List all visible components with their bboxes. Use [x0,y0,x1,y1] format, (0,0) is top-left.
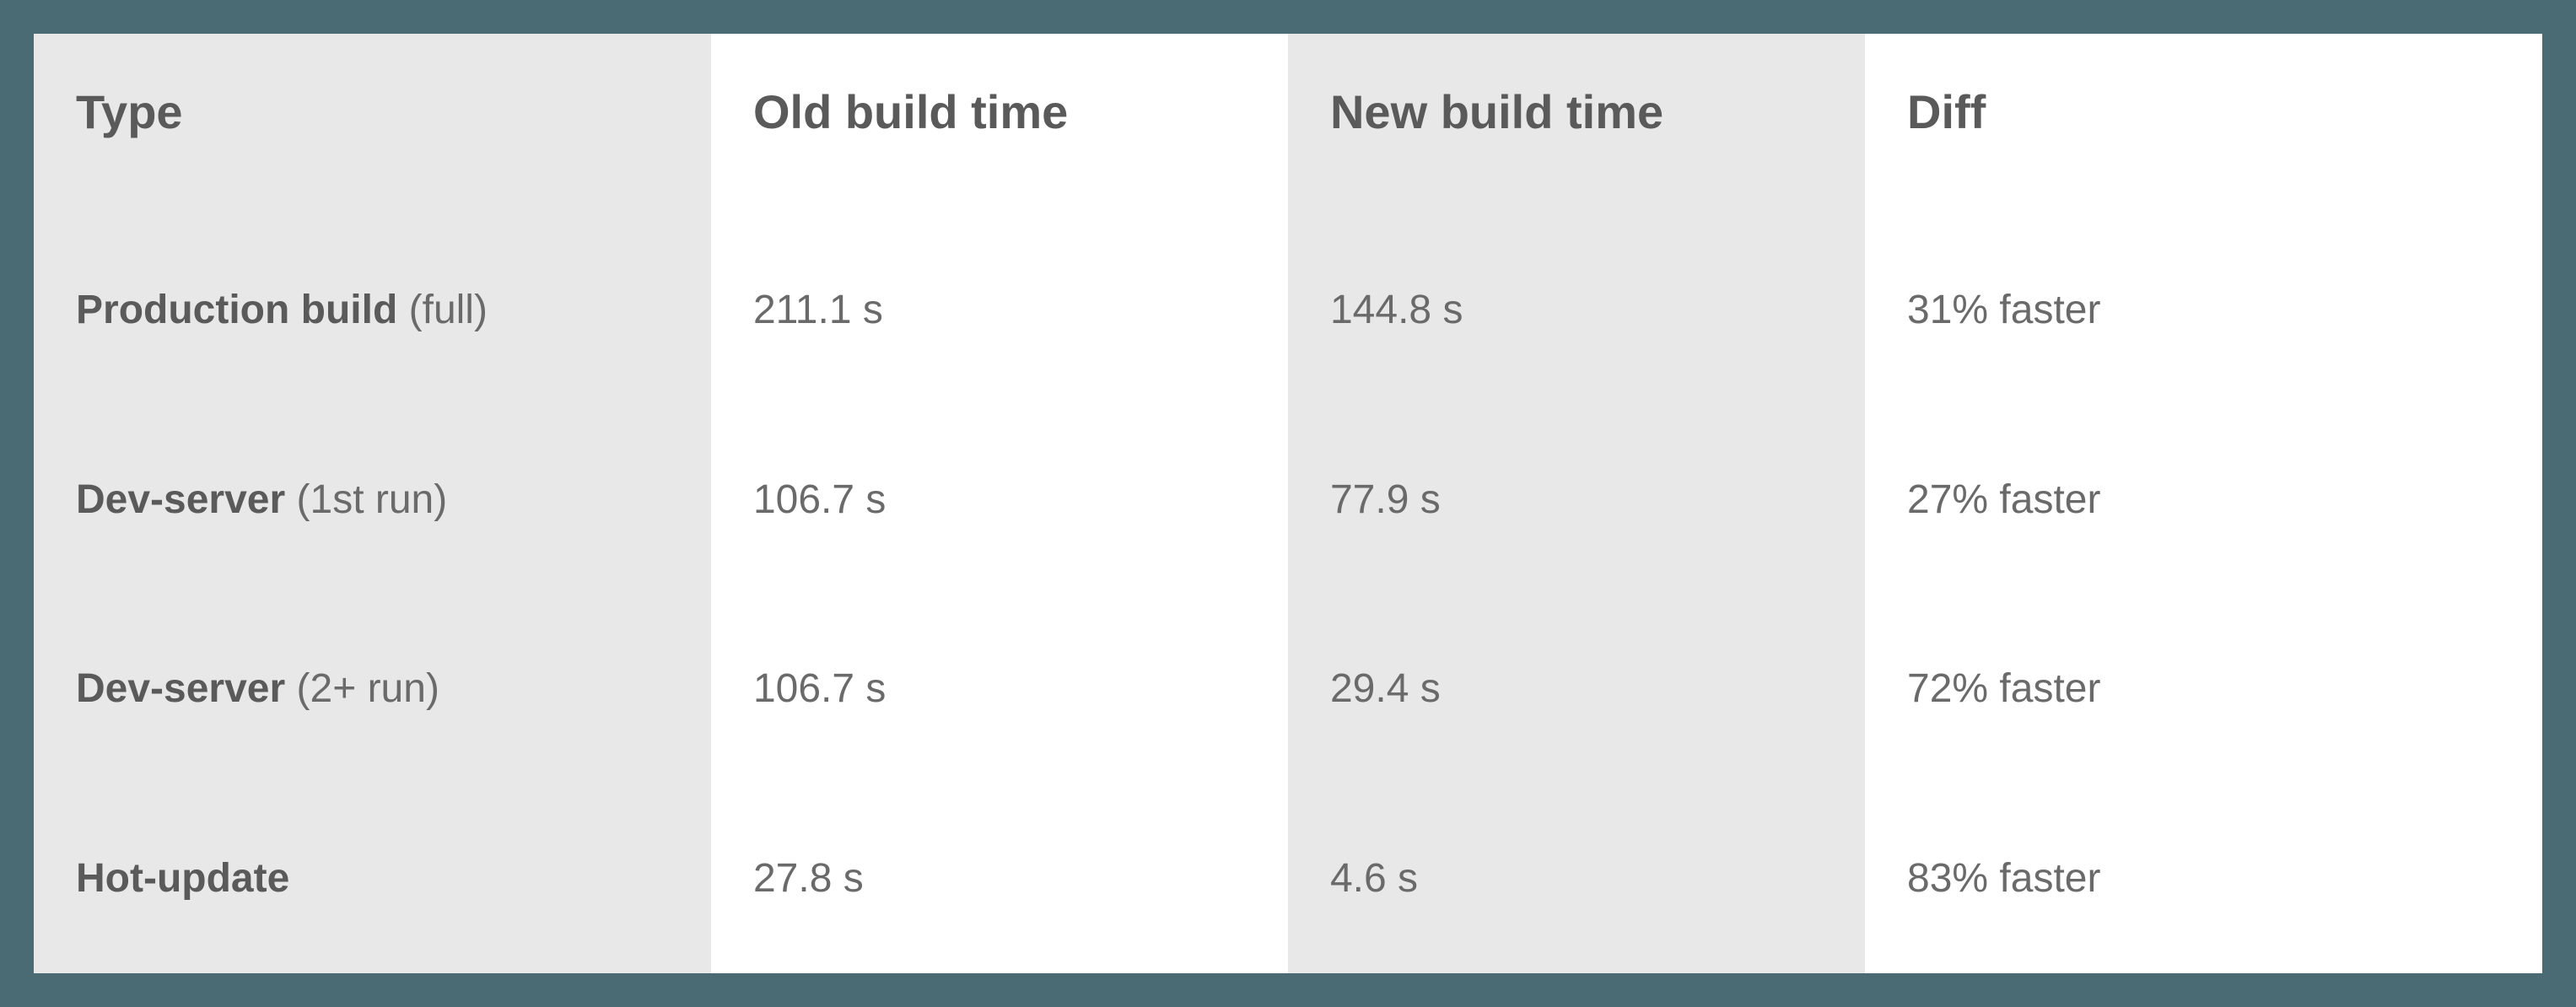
cell-type: Dev-server (1st run) [34,405,711,595]
type-name: Dev-server [76,666,285,711]
comparison-table: Type Old build time New build time Diff … [34,34,2542,973]
table-row: Production build (full) 211.1 s 144.8 s … [34,215,2542,405]
cell-type: Dev-server (2+ run) [34,595,711,784]
cell-old: 211.1 s [711,215,1288,405]
header-type: Type [34,34,711,215]
cell-new: 29.4 s [1288,595,1865,784]
cell-new: 144.8 s [1288,215,1865,405]
cell-type: Production build (full) [34,215,711,405]
cell-new: 77.9 s [1288,405,1865,595]
table-header-row: Type Old build time New build time Diff [34,34,2542,215]
header-new-build-time: New build time [1288,34,1865,215]
cell-diff: 31% faster [1865,215,2542,405]
type-name: Hot-update [76,856,289,901]
cell-new: 4.6 s [1288,784,1865,973]
cell-diff: 72% faster [1865,595,2542,784]
cell-type: Hot-update [34,784,711,973]
table-row: Hot-update 27.8 s 4.6 s 83% faster [34,784,2542,973]
header-old-build-time: Old build time [711,34,1288,215]
type-suffix: (full) [397,288,488,332]
type-name: Dev-server [76,477,285,522]
cell-old: 106.7 s [711,405,1288,595]
type-name: Production build [76,288,397,332]
build-time-table: Type Old build time New build time Diff … [34,34,2542,973]
type-suffix: (1st run) [285,477,447,522]
cell-old: 27.8 s [711,784,1288,973]
type-suffix: (2+ run) [285,666,439,711]
table-row: Dev-server (1st run) 106.7 s 77.9 s 27% … [34,405,2542,595]
cell-diff: 83% faster [1865,784,2542,973]
header-diff: Diff [1865,34,2542,215]
cell-old: 106.7 s [711,595,1288,784]
cell-diff: 27% faster [1865,405,2542,595]
table-row: Dev-server (2+ run) 106.7 s 29.4 s 72% f… [34,595,2542,784]
